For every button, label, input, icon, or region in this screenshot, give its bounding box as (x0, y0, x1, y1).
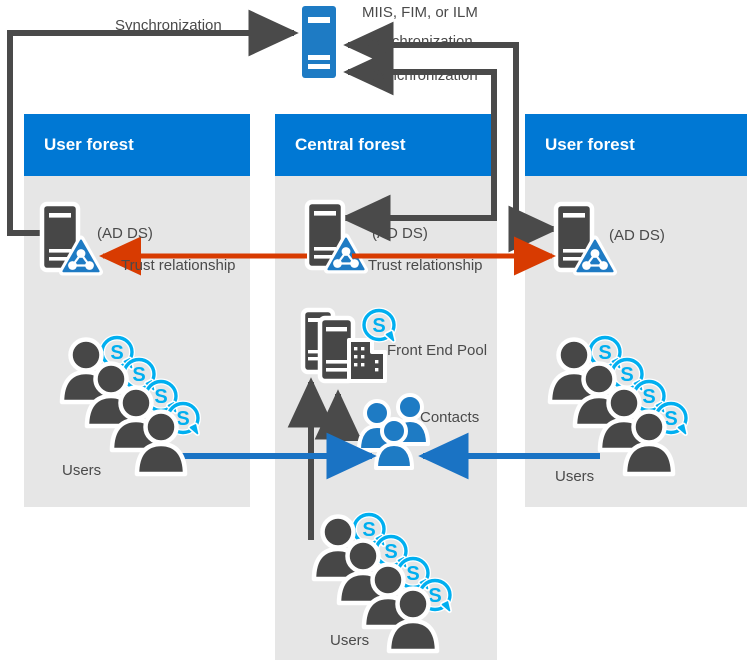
label-miis-fim-ilm: MIIS, FIM, or ILM (362, 4, 478, 21)
label-sync-left: Synchronization (115, 17, 222, 34)
label-right-users: Users (555, 468, 595, 485)
label-sync-middle: Synchronization (366, 33, 473, 50)
panel-title-central-forest: Central forest (295, 135, 406, 154)
label-sync-bottom: Synchronization (371, 67, 478, 84)
panel-title-right-user-forest: User forest (545, 135, 635, 154)
label-central-trust: Trust relationship (368, 257, 483, 274)
label-central-adds: (AD DS) (372, 225, 428, 242)
label-central-users: Users (330, 632, 370, 649)
label-left-users: Users (62, 462, 102, 479)
panel-title-left-user-forest: User forest (44, 135, 134, 154)
label-left-trust: Trust relationship (121, 257, 236, 274)
label-right-adds: (AD DS) (609, 227, 665, 244)
diagram-canvas: S User forest Central forest User forest… (0, 0, 747, 664)
label-front-end-pool: Front End Pool (387, 342, 488, 359)
label-contacts: Contacts (420, 409, 480, 426)
diagram-svg: S (7, 6, 747, 660)
label-left-adds: (AD DS) (97, 225, 153, 242)
sync-server-icon (302, 6, 336, 78)
